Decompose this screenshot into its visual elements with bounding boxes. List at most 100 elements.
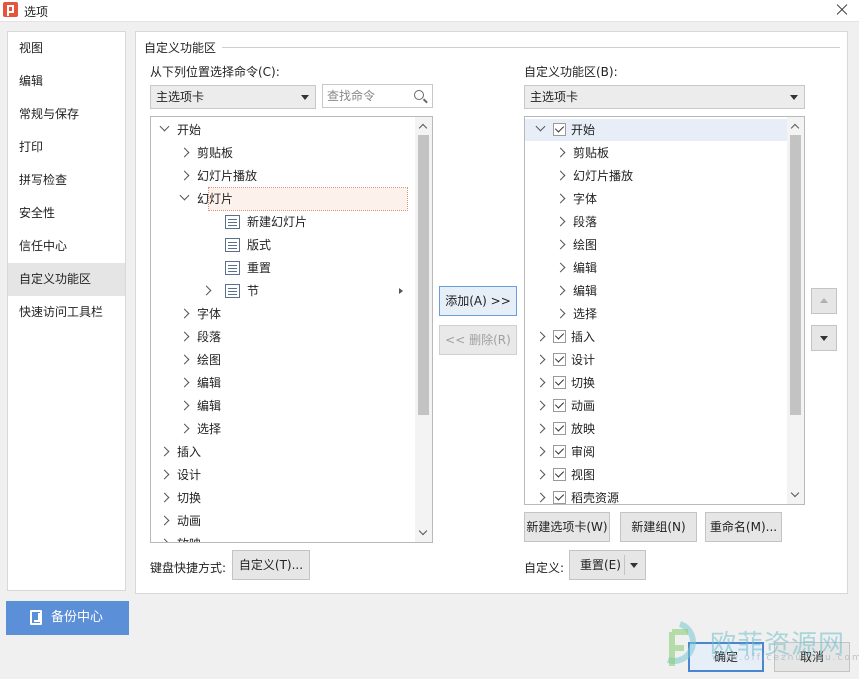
chevron-right-icon[interactable]	[179, 377, 190, 388]
tree-item[interactable]: 插入	[151, 441, 413, 463]
new-tab-button[interactable]: 新建选项卡(W)	[524, 512, 610, 542]
tree-item[interactable]: 绘图	[151, 349, 413, 371]
tree-item[interactable]: 段落	[151, 326, 413, 348]
chevron-right-icon[interactable]	[555, 193, 566, 204]
scroll-down-icon[interactable]	[418, 526, 428, 536]
ribbon-tabs-tree[interactable]: 开始 剪贴板 幻灯片播放 字体 段落 绘图 编辑 编辑 选择 插入 设计 切换 动画 放映 审阅 视图 稻壳资源	[524, 116, 805, 505]
search-icon[interactable]	[414, 90, 424, 100]
move-down-button[interactable]	[811, 325, 837, 351]
tree-item[interactable]: 开始	[151, 119, 413, 141]
nav-item[interactable]: 信任中心	[8, 230, 125, 263]
tree-item[interactable]: 动画	[151, 510, 413, 532]
move-up-button[interactable]	[811, 288, 837, 314]
rename-button[interactable]: 重命名(M)...	[705, 512, 782, 542]
scroll-down-icon[interactable]	[790, 488, 800, 498]
tree-item[interactable]: 稻壳资源	[525, 487, 787, 504]
tree-item[interactable]: 剪贴板	[525, 142, 787, 164]
reset-split-button[interactable]: 重置(E)	[569, 550, 646, 580]
tree-item[interactable]: 插入	[525, 326, 787, 348]
tree-item[interactable]: 动画	[525, 395, 787, 417]
tree-item[interactable]: 字体	[525, 188, 787, 210]
nav-item[interactable]: 拼写检查	[8, 164, 125, 197]
cancel-button[interactable]: 取消	[774, 642, 850, 672]
chevron-right-icon[interactable]	[535, 492, 546, 503]
tree-item[interactable]: 放映	[525, 418, 787, 440]
tree-item[interactable]: 编辑	[151, 395, 413, 417]
chevron-right-icon[interactable]	[555, 308, 566, 319]
nav-item[interactable]: 打印	[8, 131, 125, 164]
chevron-right-icon[interactable]	[179, 170, 190, 181]
chevron-down-icon[interactable]	[535, 121, 546, 132]
tree-item[interactable]: 选择	[151, 418, 413, 440]
nav-item[interactable]: 视图	[8, 32, 125, 65]
scroll-thumb[interactable]	[790, 135, 801, 415]
tree-item[interactable]: 绘图	[525, 234, 787, 256]
checkbox[interactable]	[553, 399, 566, 412]
chevron-right-icon[interactable]	[159, 492, 170, 503]
tree-item[interactable]: 开始	[525, 119, 787, 141]
tree-item[interactable]: 字体	[151, 303, 413, 325]
tree-item[interactable]: 版式	[151, 234, 413, 256]
left-tree-scrollbar[interactable]	[415, 117, 432, 542]
chevron-right-icon[interactable]	[535, 354, 546, 365]
tree-item[interactable]: 幻灯片播放	[525, 165, 787, 187]
chevron-right-icon[interactable]	[535, 331, 546, 342]
chevron-right-icon[interactable]	[555, 216, 566, 227]
chevron-right-icon[interactable]	[179, 331, 190, 342]
scroll-up-icon[interactable]	[790, 123, 800, 133]
checkbox[interactable]	[553, 422, 566, 435]
available-commands-tree[interactable]: 开始 剪贴板 幻灯片播放 幻灯片 新建幻灯片 版式 重置节字体 段落 绘图 编辑 编辑 选择 插入 设计切…	[150, 116, 433, 543]
chevron-right-icon[interactable]	[159, 469, 170, 480]
chevron-right-icon[interactable]	[535, 377, 546, 388]
chevron-down-icon[interactable]	[159, 121, 170, 132]
chevron-right-icon[interactable]	[179, 308, 190, 319]
chevron-right-icon[interactable]	[535, 469, 546, 480]
customize-shortcut-button[interactable]: 自定义(T)...	[232, 550, 310, 580]
tree-item[interactable]: 切换	[525, 372, 787, 394]
add-button[interactable]: 添加(A) >>	[439, 286, 517, 316]
chevron-right-icon[interactable]	[179, 147, 190, 158]
chevron-right-icon[interactable]	[179, 400, 190, 411]
nav-item[interactable]: 编辑	[8, 65, 125, 98]
checkbox[interactable]	[553, 330, 566, 343]
scroll-up-icon[interactable]	[418, 123, 428, 133]
chevron-down-icon[interactable]	[630, 563, 638, 568]
tree-item[interactable]: 新建幻灯片	[151, 211, 413, 233]
ok-button[interactable]: 确定	[688, 642, 764, 672]
submenu-arrow-icon[interactable]	[399, 288, 403, 294]
tree-item[interactable]: 设计	[525, 349, 787, 371]
chevron-right-icon[interactable]	[159, 446, 170, 457]
chevron-right-icon[interactable]	[555, 170, 566, 181]
ribbon-tabs-dropdown[interactable]: 主选项卡	[524, 85, 805, 109]
checkbox[interactable]	[553, 445, 566, 458]
right-tree-scrollbar[interactable]	[787, 117, 804, 504]
chevron-right-icon[interactable]	[159, 515, 170, 526]
chevron-right-icon[interactable]	[159, 538, 170, 542]
checkbox[interactable]	[553, 468, 566, 481]
backup-center-button[interactable]: 备份中心	[6, 601, 129, 635]
tree-item[interactable]: 选择	[525, 303, 787, 325]
chevron-down-icon[interactable]	[179, 190, 190, 201]
chevron-right-icon[interactable]	[179, 423, 190, 434]
chevron-right-icon[interactable]	[555, 147, 566, 158]
chevron-right-icon[interactable]	[535, 446, 546, 457]
tree-item[interactable]: 剪贴板	[151, 142, 413, 164]
close-icon[interactable]	[833, 1, 851, 19]
tree-item[interactable]: 编辑	[525, 257, 787, 279]
tree-item[interactable]: 重置	[151, 257, 413, 279]
tree-item[interactable]: 节	[151, 280, 413, 302]
tree-item[interactable]: 切换	[151, 487, 413, 509]
chevron-right-icon[interactable]	[555, 262, 566, 273]
chevron-right-icon[interactable]	[535, 400, 546, 411]
nav-item[interactable]: 自定义功能区	[8, 263, 125, 296]
tree-item[interactable]: 视图	[525, 464, 787, 486]
tree-item[interactable]: 设计	[151, 464, 413, 486]
tree-item[interactable]: 审阅	[525, 441, 787, 463]
tree-item[interactable]: 放映	[151, 533, 413, 542]
tree-item[interactable]: 编辑	[151, 372, 413, 394]
chevron-right-icon[interactable]	[555, 239, 566, 250]
chevron-right-icon[interactable]	[201, 285, 212, 296]
scroll-thumb[interactable]	[418, 135, 429, 415]
tree-item[interactable]: 幻灯片播放	[151, 165, 413, 187]
checkbox[interactable]	[553, 353, 566, 366]
